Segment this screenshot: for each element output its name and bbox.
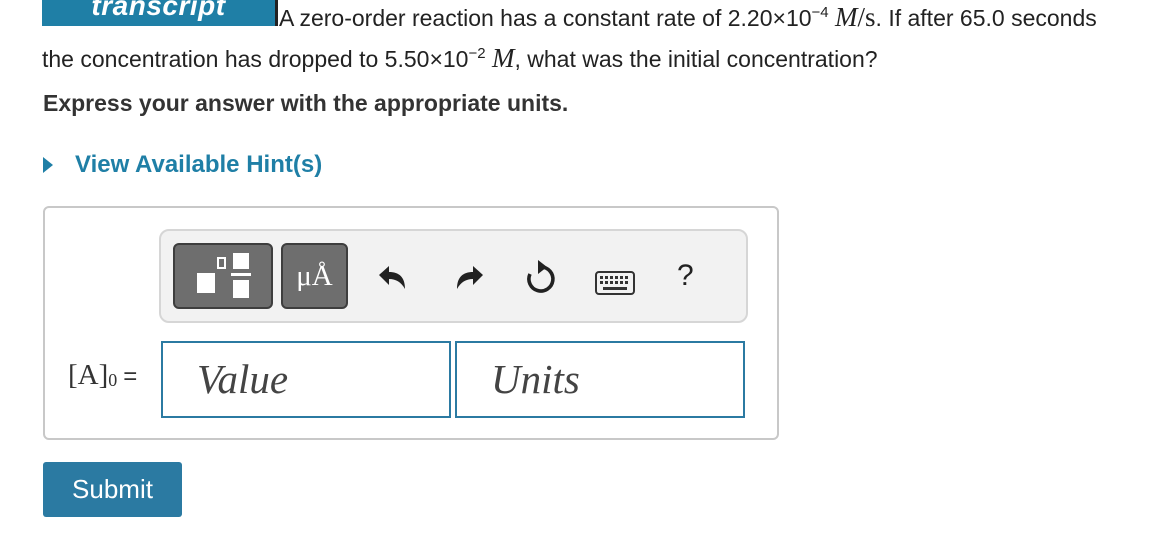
keyboard-icon[interactable] — [595, 271, 635, 295]
math-toolbar: μÅ ? — [159, 229, 748, 323]
exponent: −2 — [468, 45, 486, 62]
units-input[interactable]: Units — [455, 341, 745, 418]
view-hints-link[interactable]: View Available Hint(s) — [43, 151, 322, 179]
value-input[interactable]: Value — [161, 341, 451, 418]
templates-button[interactable] — [173, 243, 273, 309]
redo-icon[interactable] — [453, 263, 487, 293]
unit-symbol: M — [491, 43, 515, 73]
variable: [A] — [68, 359, 109, 391]
unit-symbol: M — [835, 2, 858, 32]
answer-variable-label: [A]0 = — [68, 359, 137, 392]
help-icon[interactable]: ? — [677, 259, 694, 293]
submit-button[interactable]: Submit — [43, 462, 182, 517]
instructions: Express your answer with the appropriate… — [43, 90, 569, 116]
hint-label: View Available Hint(s) — [75, 151, 323, 178]
question-text: A zero-order reaction has a constant rat… — [42, 0, 1132, 79]
equals-sign: = — [123, 363, 138, 390]
exponent: −4 — [811, 4, 829, 21]
variable-subscript: 0 — [108, 370, 118, 390]
question-text-part: A zero-order reaction has a constant rat… — [279, 5, 812, 31]
undo-icon[interactable] — [375, 263, 409, 293]
caret-right-icon — [43, 157, 53, 173]
question-text-part: , what was the initial concentration? — [514, 46, 878, 72]
reset-icon[interactable] — [524, 259, 558, 295]
unit-symbol: /s — [857, 2, 876, 32]
units-button[interactable]: μÅ — [281, 243, 348, 309]
